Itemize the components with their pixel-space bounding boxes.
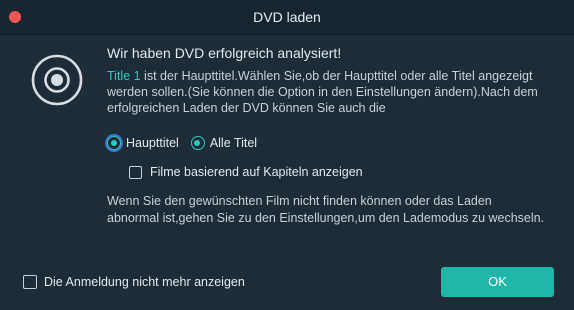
main-title-link[interactable]: Title 1: [107, 69, 141, 83]
chapter-checkbox-row[interactable]: Filme basierend auf Kapiteln anzeigen: [129, 165, 363, 179]
dvd-load-dialog: DVD laden Wir haben DVD erfolgreich anal…: [0, 0, 574, 310]
radio-all-titles[interactable]: Alle Titel: [190, 136, 258, 150]
title-bar: DVD laden: [0, 0, 574, 35]
radio-main-title-label: Haupttitel: [126, 136, 179, 150]
success-heading: Wir haben DVD erfolgreich analysiert!: [107, 45, 342, 61]
disc-icon: [31, 54, 83, 106]
radio-main-title-indicator[interactable]: [107, 136, 121, 150]
window-title: DVD laden: [253, 9, 321, 25]
dont-show-again-checkbox[interactable]: [23, 275, 37, 289]
ok-button[interactable]: OK: [441, 267, 554, 297]
title-mode-radio-group: Haupttitel Alle Titel: [107, 136, 269, 150]
radio-main-title[interactable]: Haupttitel: [107, 136, 179, 150]
dont-show-again-row[interactable]: Die Anmeldung nicht mehr anzeigen: [23, 275, 245, 289]
radio-all-titles-label: Alle Titel: [209, 136, 258, 150]
chapter-checkbox[interactable]: [129, 165, 142, 179]
dont-show-again-label: Die Anmeldung nicht mehr anzeigen: [44, 275, 245, 289]
radio-all-titles-indicator[interactable]: [190, 136, 205, 150]
description-rest: ist der Haupttitel.Wählen Sie,ob der Hau…: [107, 69, 538, 115]
info-text: Wenn Sie den gewünschten Film nicht find…: [107, 194, 545, 225]
description-text: Title 1 ist der Haupttitel.Wählen Sie,ob…: [107, 68, 547, 116]
chapter-checkbox-label: Filme basierend auf Kapiteln anzeigen: [150, 165, 363, 179]
